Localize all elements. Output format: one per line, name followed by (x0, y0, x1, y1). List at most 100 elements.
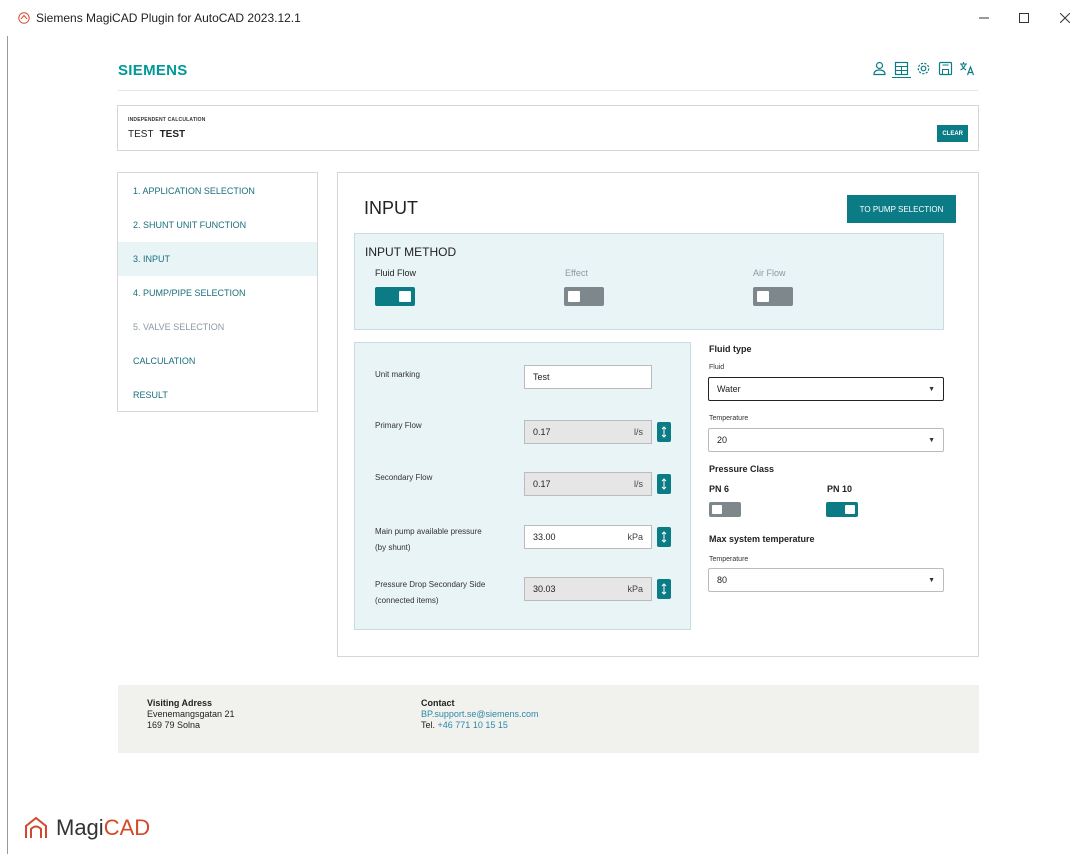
save-icon (938, 61, 953, 76)
main-pump-pressure-input[interactable]: 33.00 kPa (524, 525, 652, 549)
max-temperature-value: 80 (717, 575, 728, 585)
max-system-temperature-heading: Max system temperature (709, 534, 815, 544)
main-pump-pressure-label-line2: (by shunt) (375, 543, 411, 552)
calculation-name: TEST TEST (128, 129, 185, 140)
fluid-select[interactable]: Water ▼ (708, 377, 944, 401)
minimize-icon (979, 17, 989, 19)
city-address: 169 79 Solna (147, 720, 201, 730)
up-down-arrows-icon (661, 426, 667, 438)
pressure-drop-label-line1: Pressure Drop Secondary Side (375, 580, 486, 589)
magicad-wordmark-part1: Magi (56, 815, 104, 840)
header-divider (118, 90, 978, 91)
sidebar-item-valve-selection[interactable]: 5. VALVE SELECTION (118, 310, 317, 344)
settings-button[interactable] (914, 59, 933, 78)
primary-flow-unit: l/s (634, 427, 643, 437)
sidebar-item-shunt-unit-function[interactable]: 2. SHUNT UNIT FUNCTION (118, 208, 317, 242)
visiting-address-heading: Visiting Adress (147, 698, 213, 708)
header-toolbar (870, 59, 977, 78)
user-icon (873, 61, 886, 76)
up-down-arrows-icon (661, 478, 667, 490)
toggle-knob (712, 505, 722, 514)
up-down-arrows-icon (661, 531, 667, 543)
contact-heading: Contact (421, 698, 455, 708)
gear-icon (917, 62, 930, 75)
toggle-knob (757, 291, 769, 302)
primary-flow-stepper[interactable] (657, 422, 671, 442)
to-pump-selection-button[interactable]: TO PUMP SELECTION (847, 195, 956, 223)
max-temperature-label: Temperature (709, 556, 749, 563)
pressure-drop-unit: kPa (627, 584, 643, 594)
save-button[interactable] (936, 59, 955, 78)
sidebar-item-application-selection[interactable]: 1. APPLICATION SELECTION (118, 174, 317, 208)
secondary-flow-stepper[interactable] (657, 474, 671, 494)
sidebar-item-result[interactable]: RESULT (118, 378, 317, 412)
app-icon (18, 12, 30, 24)
pn10-toggle[interactable] (826, 502, 858, 517)
pn6-toggle[interactable] (709, 502, 741, 517)
fluid-select-value: Water (717, 384, 741, 394)
street-address: Evenemangsgatan 21 (147, 709, 235, 719)
magicad-wordmark-part2: CAD (103, 815, 151, 840)
magicad-logo-icon (25, 816, 47, 838)
language-button[interactable] (958, 59, 977, 78)
chevron-down-icon: ▼ (928, 385, 935, 393)
phone-prefix: Tel. (421, 720, 436, 730)
support-email-link[interactable]: BP.support.se@siemens.com (421, 709, 539, 719)
pressure-drop-stepper[interactable] (657, 579, 671, 599)
up-down-arrows-icon (661, 583, 667, 595)
calculation-name-part2: TEST (159, 129, 186, 140)
minimize-button[interactable] (972, 8, 996, 28)
fluid-flow-toggle[interactable] (375, 287, 415, 306)
pn10-label: PN 10 (827, 484, 853, 494)
secondary-flow-field: 0.17 l/s (524, 472, 652, 496)
chevron-down-icon: ▼ (928, 436, 935, 444)
maximize-button[interactable] (1012, 8, 1036, 28)
air-flow-toggle[interactable] (753, 287, 793, 306)
translate-icon (960, 62, 975, 76)
input-method-title: INPUT METHOD (365, 245, 457, 259)
unit-marking-label: Unit marking (375, 370, 420, 379)
close-icon (1060, 13, 1070, 23)
max-temperature-select[interactable]: 80 ▼ (708, 568, 944, 592)
secondary-flow-value: 0.17 (533, 479, 551, 489)
pressure-drop-value: 30.03 (533, 584, 556, 594)
pressure-drop-label-line2: (connected items) (375, 596, 439, 605)
toggle-knob (845, 505, 855, 514)
pn6-label: PN 6 (709, 484, 730, 494)
pressure-drop-label: Pressure Drop Secondary Side (connected i… (375, 577, 485, 609)
footer: Visiting Adress Evenemangsgatan 21 169 7… (118, 685, 979, 753)
primary-flow-value: 0.17 (533, 427, 551, 437)
chevron-down-icon: ▼ (928, 576, 935, 584)
effect-label: Effect (565, 268, 588, 278)
sidebar-item-pump-pipe-selection[interactable]: 4. PUMP/PIPE SELECTION (118, 276, 317, 310)
calculator-icon (894, 61, 909, 75)
fluid-temperature-select[interactable]: 20 ▼ (708, 428, 944, 452)
effect-toggle[interactable] (564, 287, 604, 306)
close-window-button[interactable] (1053, 8, 1077, 28)
main-pump-pressure-stepper[interactable] (657, 527, 671, 547)
maximize-icon (1019, 13, 1029, 23)
pressure-class-heading: Pressure Class (709, 464, 775, 474)
user-button[interactable] (870, 59, 889, 78)
main-pump-pressure-value: 33.00 (533, 532, 556, 542)
phone-link[interactable]: +46 771 10 15 15 (438, 720, 508, 730)
air-flow-label: Air Flow (753, 268, 786, 278)
pressure-drop-field: 30.03 kPa (524, 577, 652, 601)
sidebar-item-input[interactable]: 3. INPUT (118, 242, 317, 276)
fluid-label: Fluid (709, 364, 725, 371)
fluid-temperature-value: 20 (717, 435, 728, 445)
calculation-name-part1: TEST (128, 129, 154, 140)
toggle-knob (568, 291, 580, 302)
calculation-label: INDEPENDENT CALCULATION (128, 117, 206, 123)
main-pump-pressure-unit: kPa (627, 532, 643, 542)
toggle-knob (399, 291, 411, 302)
clear-button[interactable]: CLEAR (937, 125, 968, 142)
magicad-logo: MagiCAD (22, 814, 150, 842)
siemens-logo: SIEMENS (118, 62, 188, 79)
primary-flow-label: Primary Flow (375, 421, 422, 430)
unit-marking-input[interactable]: Test (524, 365, 652, 389)
page-title: INPUT (364, 198, 418, 218)
main-pump-pressure-label-line1: Main pump available pressure (375, 527, 482, 536)
sidebar-item-calculation[interactable]: CALCULATION (118, 344, 317, 378)
calculator-button[interactable] (892, 59, 911, 78)
